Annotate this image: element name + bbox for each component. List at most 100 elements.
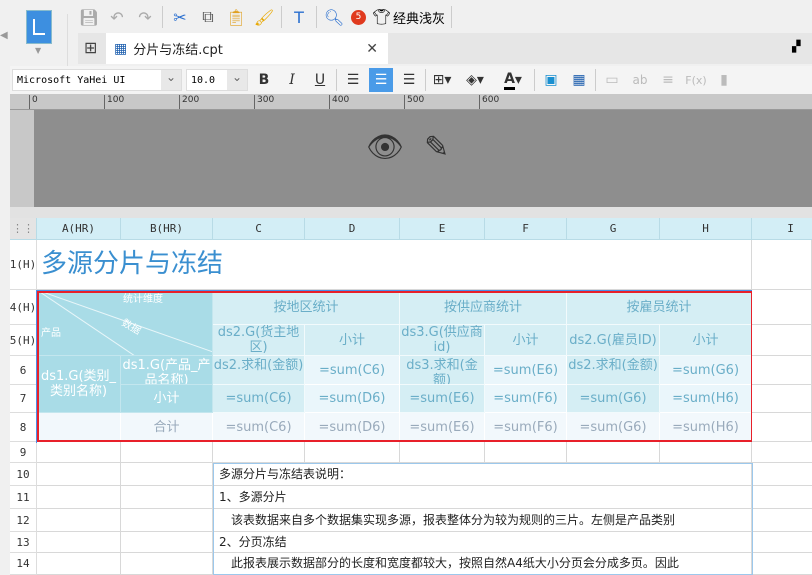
formula-icon: F(x) — [685, 73, 707, 87]
empty-cell[interactable] — [400, 442, 485, 463]
empty-cell[interactable] — [37, 463, 121, 486]
row-header[interactable]: 9 — [10, 442, 37, 463]
preview-icon[interactable]: 🔍︎ — [323, 6, 345, 28]
empty-cell[interactable] — [485, 442, 567, 463]
row-header[interactable]: 11 — [10, 486, 37, 509]
select-all-corner[interactable]: ⋮⋮ — [10, 218, 37, 240]
empty-cell[interactable] — [121, 442, 213, 463]
column-header[interactable]: I — [752, 218, 812, 240]
row-header[interactable]: 13 — [10, 532, 37, 553]
empty-cell[interactable] — [37, 486, 121, 509]
tab-file[interactable]: ▦ 分片与冻结.cpt ✕ — [106, 33, 388, 64]
row-header[interactable]: 8 — [10, 413, 37, 442]
cell-c10[interactable]: 多源分片与冻结表说明： — [213, 463, 752, 486]
empty-cell[interactable] — [752, 442, 812, 463]
table-grid-icon[interactable]: ▦ — [567, 68, 591, 92]
empty-cell[interactable] — [752, 463, 812, 486]
tab-title: 分片与冻结.cpt — [133, 43, 223, 58]
theme-button[interactable]: 👕︎ 经典浅灰 — [372, 8, 445, 27]
column-header[interactable]: A(HR) — [37, 218, 121, 240]
empty-cell[interactable] — [121, 532, 213, 553]
fill-color-icon[interactable]: ◈▾ — [458, 68, 492, 92]
empty-cell[interactable] — [37, 509, 121, 532]
shirt-icon: 👕︎ — [372, 8, 392, 26]
cut-icon[interactable]: ✂ — [169, 6, 191, 28]
chart-icon: ▮ — [720, 72, 728, 88]
row-header[interactable]: 5(H) — [10, 325, 37, 356]
empty-cell[interactable] — [121, 463, 213, 486]
text-ab-icon: ab — [632, 73, 648, 87]
save-icon[interactable]: 💾︎ — [78, 6, 100, 28]
paste-icon[interactable]: 📋︎ — [225, 6, 247, 28]
selection-border — [36, 290, 754, 443]
border-icon[interactable]: ⊞▾ — [430, 68, 454, 92]
font-size-select[interactable]: 10.0 ⌄ — [186, 69, 248, 91]
text-search-icon[interactable]: T — [288, 6, 310, 28]
copy-icon[interactable]: ⧉ — [197, 6, 219, 28]
column-header[interactable]: G — [567, 218, 660, 240]
column-header[interactable]: B(HR) — [121, 218, 213, 240]
empty-cell[interactable] — [567, 442, 660, 463]
parameter-pane — [10, 110, 812, 207]
empty-cell[interactable] — [752, 325, 812, 356]
tab-menu-icon[interactable]: ▞ — [792, 40, 800, 53]
row-header[interactable]: 4(H) — [10, 290, 37, 325]
empty-cell[interactable] — [121, 509, 213, 532]
font-size-value: 10.0 — [191, 74, 216, 86]
report-title[interactable]: 多源分片与冻结 — [37, 240, 752, 290]
align-right-icon[interactable]: ☰ — [397, 68, 421, 92]
empty-cell[interactable] — [752, 240, 812, 290]
format-brush-icon[interactable]: 🖌︎ — [253, 6, 275, 28]
empty-cell[interactable] — [752, 413, 812, 442]
cell-c13[interactable]: 2、分页冻结 — [213, 532, 752, 553]
edit-pencil-icon[interactable]: ✎ — [424, 130, 449, 165]
font-family-select[interactable]: Microsoft YaHei UI ⌄ — [12, 69, 182, 91]
theme-label: 经典浅灰 — [393, 11, 446, 27]
dropdown-arrow-icon[interactable]: ▼ — [35, 46, 41, 55]
row-header[interactable]: 10 — [10, 463, 37, 486]
column-header[interactable]: D — [305, 218, 400, 240]
redo-icon[interactable]: ↷ — [134, 6, 156, 28]
new-sheet-icon[interactable]: ⊞ — [84, 38, 97, 57]
align-left-icon[interactable]: ☰ — [341, 68, 365, 92]
empty-cell[interactable] — [752, 385, 812, 413]
row-header[interactable]: 12 — [10, 509, 37, 532]
empty-cell[interactable] — [660, 442, 752, 463]
cell-c11[interactable]: 1、多源分片 — [213, 486, 752, 509]
empty-cell[interactable] — [752, 486, 812, 509]
notification-badge[interactable]: 5 — [351, 9, 366, 25]
hide-eye-icon[interactable]: 👁︎ — [366, 130, 404, 165]
font-family-value: Microsoft YaHei UI — [17, 74, 126, 86]
chevron-down-icon: ⌄ — [227, 70, 247, 90]
empty-cell[interactable] — [752, 532, 812, 553]
close-tab-icon[interactable]: ✕ — [366, 41, 378, 57]
empty-cell[interactable] — [37, 532, 121, 553]
designer-menu-button[interactable] — [26, 10, 52, 44]
undo-icon[interactable]: ↶ — [106, 6, 128, 28]
row-header[interactable]: 6 — [10, 356, 37, 385]
underline-button[interactable]: U — [308, 68, 332, 92]
collapse-arrow-icon[interactable]: ◀ — [0, 30, 8, 41]
empty-cell[interactable] — [213, 442, 305, 463]
font-color-button[interactable]: A ▾ — [496, 68, 530, 92]
list-icon: ≡ — [662, 72, 674, 88]
empty-cell[interactable] — [305, 442, 400, 463]
cell-element-icon[interactable]: ▣ — [539, 68, 563, 92]
empty-cell[interactable] — [37, 442, 121, 463]
italic-button[interactable]: I — [280, 68, 304, 92]
column-header[interactable]: C — [213, 218, 305, 240]
empty-cell[interactable] — [752, 290, 812, 325]
cell-c12[interactable]: 该表数据来自多个数据集实现多源，报表整体分为较为规则的三片。左侧是产品类别 — [213, 509, 752, 532]
empty-cell[interactable] — [752, 509, 812, 532]
align-center-icon[interactable]: ☰ — [369, 68, 393, 92]
row-header[interactable]: 7 — [10, 385, 37, 413]
column-header[interactable]: F — [485, 218, 567, 240]
chart-logo-icon — [33, 19, 45, 35]
empty-cell[interactable] — [121, 486, 213, 509]
empty-cell[interactable] — [752, 356, 812, 385]
text-field-icon: ▭ — [605, 72, 619, 88]
column-header[interactable]: H — [660, 218, 752, 240]
bold-button[interactable]: B — [252, 68, 276, 92]
row-header[interactable]: 1(H) — [10, 240, 37, 290]
column-header[interactable]: E — [400, 218, 485, 240]
